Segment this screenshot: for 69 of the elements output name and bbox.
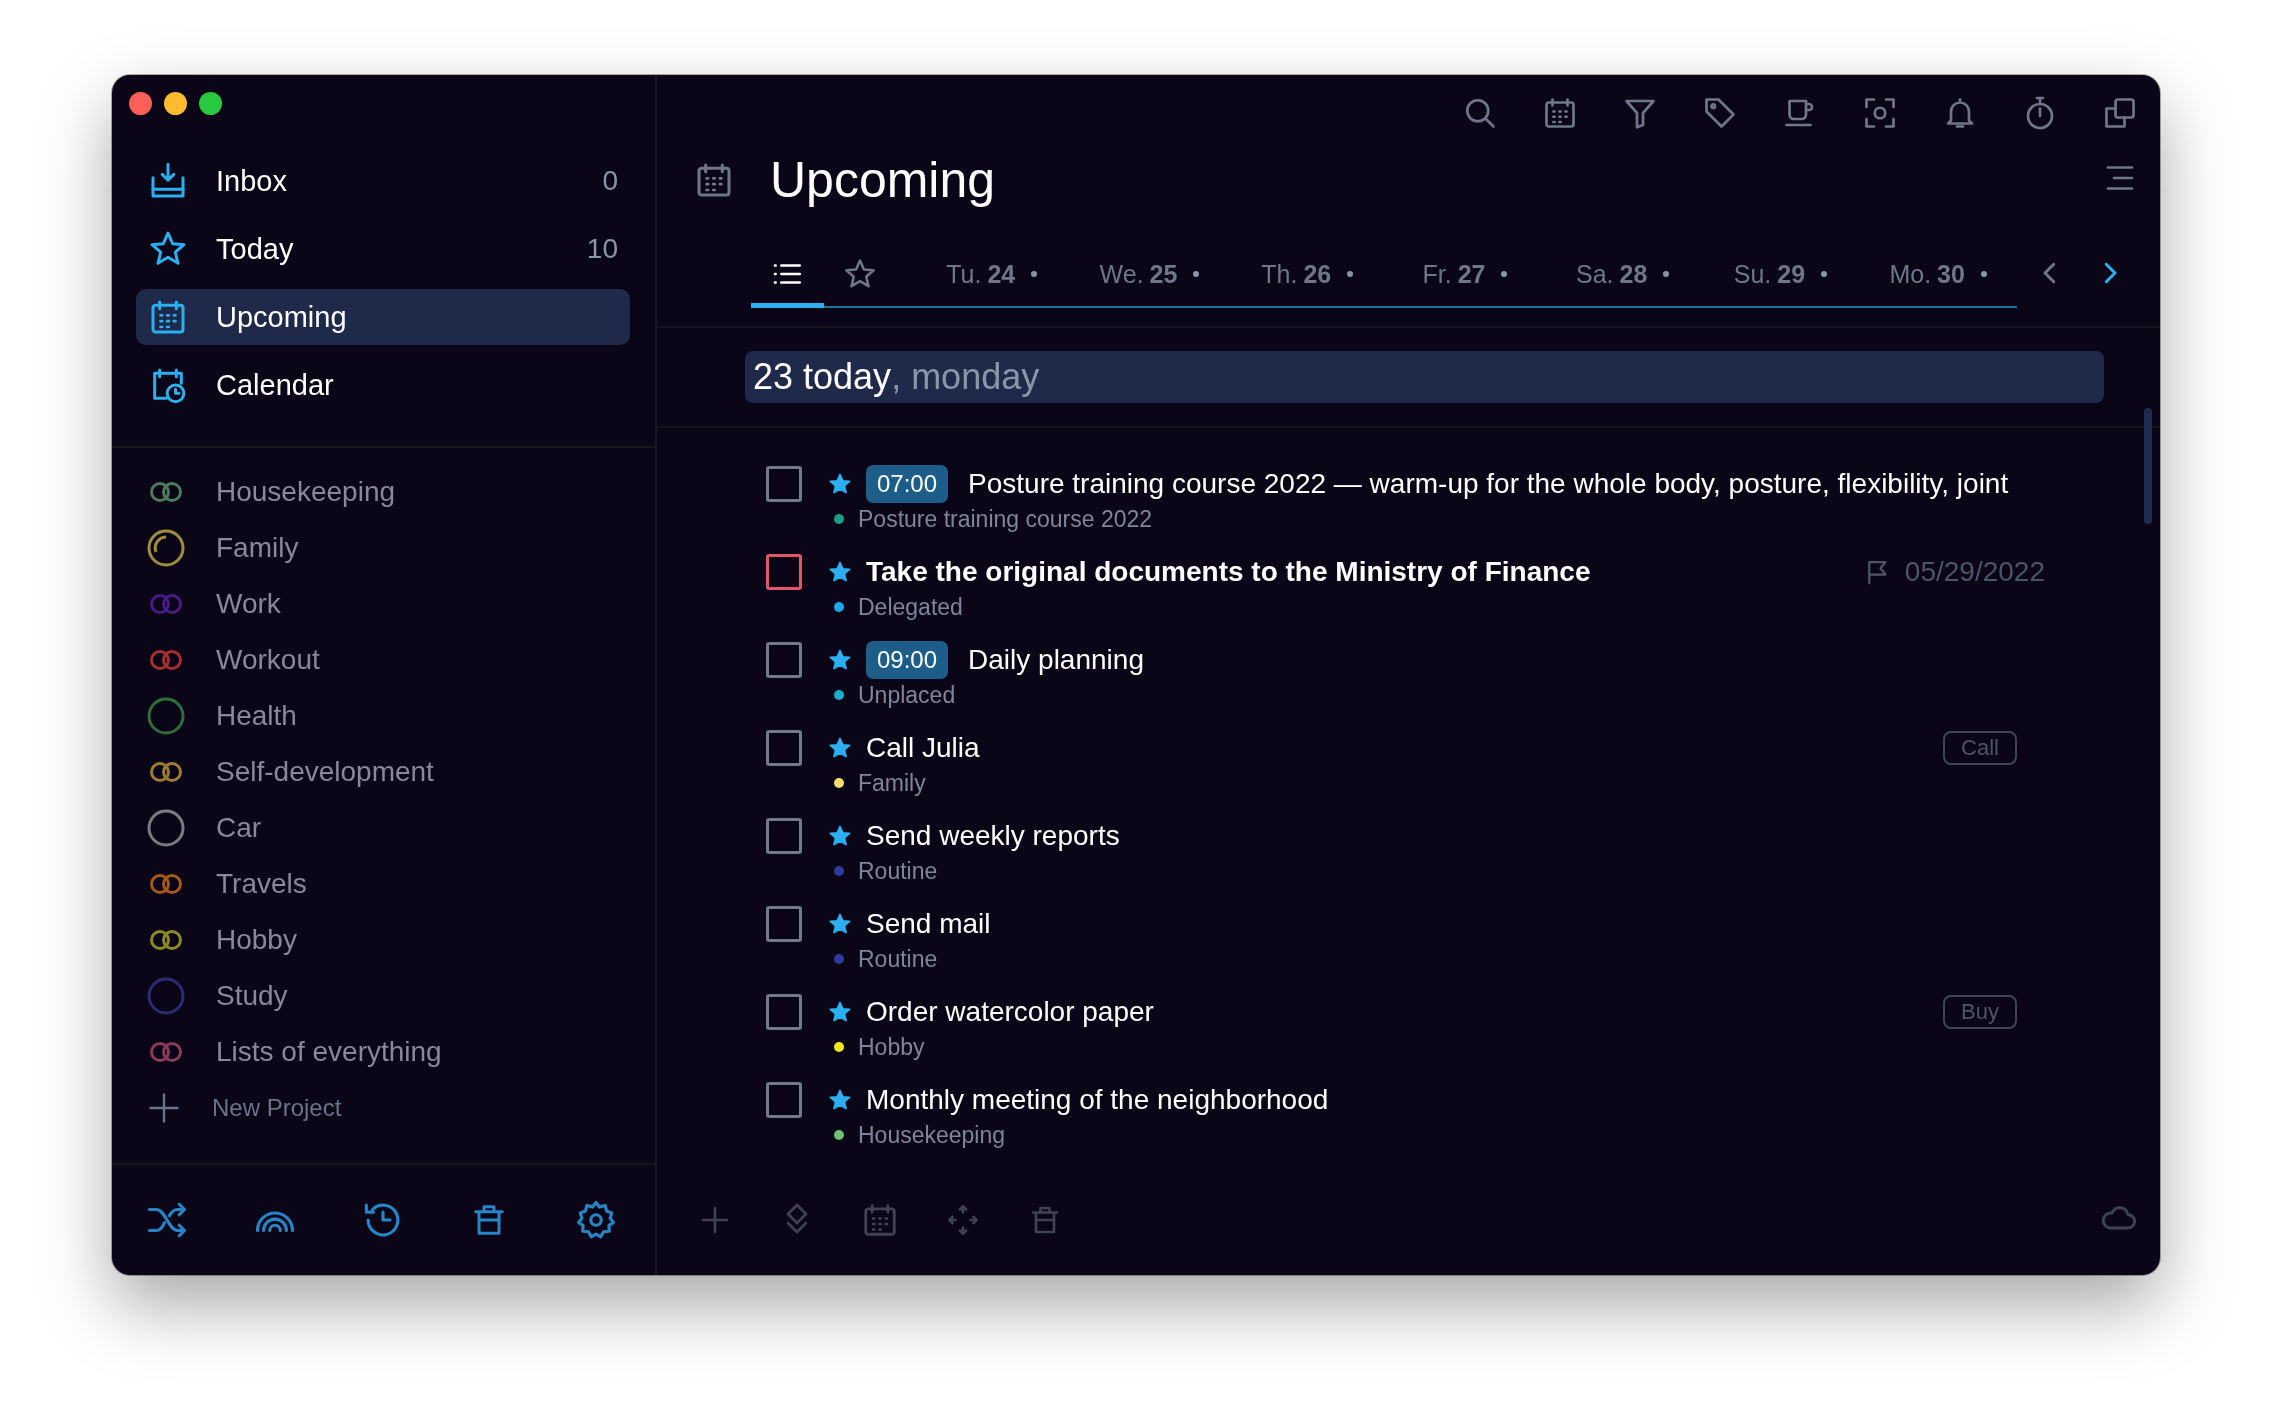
day-tab[interactable]: We. 25 [1070,249,1229,308]
project-item[interactable]: Hobby [146,920,655,960]
project-item[interactable]: Health [146,696,655,736]
project-item[interactable]: Housekeeping [146,472,655,512]
project-item[interactable]: Study [146,976,655,1016]
view-title: Upcoming [770,151,996,210]
task-project: Unplaced [858,681,956,709]
task-project: Delegated [858,593,963,621]
project-item[interactable]: Lists of everything [146,1032,655,1072]
settings-icon[interactable] [575,1199,617,1241]
task-title[interactable]: Call Julia [866,731,980,764]
star-icon[interactable] [828,735,852,760]
new-project-button[interactable]: New Project [146,1088,655,1128]
task-project: Routine [858,945,938,973]
project-item[interactable]: Workout [146,640,655,680]
day-tab[interactable]: Su. 29 [1701,249,1860,308]
project-item[interactable]: Travels [146,864,655,904]
item-count: 0 [602,165,618,197]
zoom-window-button[interactable] [199,92,222,115]
star-icon[interactable] [828,911,852,936]
project-item[interactable]: Family [146,528,655,568]
star-icon[interactable] [828,559,852,584]
scrollbar-thumb[interactable] [2144,408,2152,524]
plus-icon [146,1090,182,1126]
task-title[interactable]: Daily planning [968,643,1144,676]
task-checkbox[interactable] [766,993,802,1030]
task-checkbox[interactable] [766,817,802,854]
close-window-button[interactable] [129,92,152,115]
task-title[interactable]: Monthly meeting of the neighborhood [866,1083,1329,1116]
task-title[interactable]: Send mail [866,907,991,940]
star-icon[interactable] [828,647,852,672]
date-label: 23 today [753,355,892,398]
task-title[interactable]: Send weekly reports [866,819,1120,852]
minimize-window-button[interactable] [164,92,187,115]
task-title[interactable]: Posture training course 2022 — warm-up for the whole body, posture, flexibility, joint [968,467,2009,500]
task-project: Hobby [858,1033,925,1061]
day-tab[interactable]: Th. 26 [1228,249,1387,308]
day-tab[interactable]: Mo. 30 [1859,249,2018,308]
star-icon[interactable] [828,1087,852,1112]
project-item[interactable]: Car [146,808,655,848]
time-badge: 07:00 [866,464,949,503]
star-icon[interactable] [828,471,852,496]
task-project: Family [858,769,926,797]
task-checkbox[interactable] [766,553,802,590]
project-item[interactable]: Self-development [146,752,655,792]
task-project: Posture training course 2022 [858,505,1153,533]
task-project: Routine [858,857,938,885]
time-badge: 09:00 [866,640,949,679]
task-checkbox[interactable] [766,729,802,766]
item-count: 10 [586,233,618,265]
sidebar-nav-item[interactable]: Calendar [136,357,630,413]
sidebar-nav-item[interactable]: Today 10 [136,221,630,277]
day-tab[interactable]: Sa. 28 [1543,249,1702,308]
star-icon[interactable] [828,999,852,1024]
project-item[interactable]: Work [146,584,655,624]
sidebar-nav-item[interactable]: Inbox 0 [136,153,630,209]
star-icon[interactable] [828,823,852,848]
task-title[interactable]: Order watercolor paper [866,995,1154,1028]
task-title[interactable]: Take the original documents to the Ministry of Finance [866,555,1591,588]
task-checkbox[interactable] [766,905,802,942]
sidebar-nav-item[interactable]: Upcoming [136,289,630,345]
day-tab[interactable]: Tu. 24 [912,249,1071,308]
task-project: Housekeeping [858,1121,1006,1149]
due-date: 05/29/2022 [1904,555,2045,588]
day-tab[interactable]: Fr. 27 [1386,249,1544,308]
weekday-label: , monday [891,355,1040,398]
task-checkbox[interactable] [766,465,802,502]
task-checkbox[interactable] [766,1081,802,1118]
task-checkbox[interactable] [766,641,802,678]
